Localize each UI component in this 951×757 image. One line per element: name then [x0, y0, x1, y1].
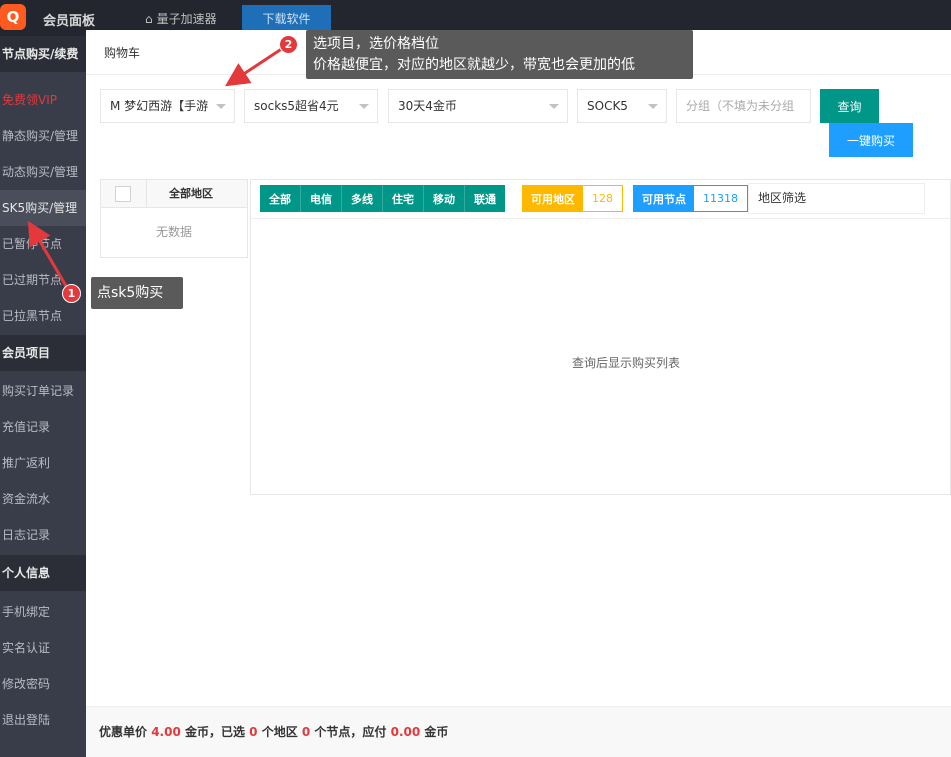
- sidebar-item-paused[interactable]: 已暂停节点: [0, 226, 86, 262]
- sidebar-item-funds[interactable]: 资金流水: [0, 481, 86, 517]
- package-select[interactable]: socks5超省4元: [244, 89, 378, 123]
- region-table-header: 全部地区: [101, 180, 247, 208]
- available-nodes-count: 11318: [694, 186, 747, 211]
- project-select[interactable]: M 梦幻西游【手游: [100, 89, 235, 123]
- summary-currency-label: 金币: [420, 725, 449, 739]
- sidebar-item-referral[interactable]: 推广返利: [0, 445, 86, 481]
- sidebar-item-logs[interactable]: 日志记录: [0, 517, 86, 553]
- home-icon: ⌂: [145, 11, 153, 26]
- annotation-step-2: 选项目，选价格档位 价格越便宜，对应的地区就越少，带宽也会更加的低: [306, 30, 693, 79]
- select-all-checkbox[interactable]: [115, 186, 131, 202]
- sidebar-item-logout[interactable]: 退出登陆: [0, 702, 86, 738]
- cart-summary: 优惠单价 4.00 金币，已选 0 个地区 0 个节点，应付 0.00 金币: [99, 723, 448, 740]
- summary-region-label: 个地区: [257, 725, 302, 739]
- logo-icon: Q: [0, 4, 26, 30]
- summary-selected-label: 金币，已选: [180, 725, 250, 739]
- isp-mobile-button[interactable]: 移动: [424, 185, 465, 212]
- available-nodes-label: 可用节点: [634, 186, 694, 211]
- summary-payable-label: 个节点，应付: [310, 725, 391, 739]
- cart-modal: 购物车 M 梦幻西游【手游 socks5超省4元 30天4金币 SOCK5 分组…: [86, 30, 951, 757]
- panel-divider: [251, 218, 950, 219]
- isp-telecom-button[interactable]: 电信: [301, 185, 342, 212]
- home-link[interactable]: ⌂ 量子加速器: [145, 10, 217, 27]
- caret-down-icon: [359, 104, 369, 109]
- region-filter-input[interactable]: 地区筛选: [748, 183, 925, 214]
- isp-all-button[interactable]: 全部: [260, 185, 301, 212]
- sidebar-item-phone[interactable]: 手机绑定: [0, 594, 86, 630]
- step-2-badge: 2: [279, 35, 298, 54]
- sidebar-item-recharge[interactable]: 充值记录: [0, 409, 86, 445]
- modal-title: 购物车: [104, 46, 141, 60]
- summary-node-count: 0: [301, 725, 311, 739]
- annotation-step-1: 点sk5购买: [91, 277, 183, 309]
- available-regions-badge: 可用地区 128: [522, 185, 623, 212]
- isp-multiline-button[interactable]: 多线: [342, 185, 383, 212]
- purchase-list-empty-text: 查询后显示购买列表: [571, 356, 680, 370]
- summary-unit-price-label: 优惠单价: [99, 725, 152, 739]
- sidebar-item-free-vip[interactable]: 免费领VIP: [0, 82, 86, 118]
- panel-title[interactable]: 会员面板: [43, 10, 95, 29]
- sidebar-header-member: 会员项目: [0, 335, 86, 371]
- summary-total: 0.00: [390, 725, 421, 739]
- group-input[interactable]: 分组（不填为未分组: [676, 89, 811, 123]
- region-empty-text: 无数据: [155, 225, 192, 239]
- package-select-value: socks5超省4元: [254, 99, 339, 113]
- annotation-step-2-line-2: 价格越便宜，对应的地区就越少，带宽也会更加的低: [313, 57, 635, 73]
- sidebar-header-personal: 个人信息: [0, 555, 86, 591]
- caret-down-icon: [549, 104, 559, 109]
- sidebar-header-nodes: 节点购买/续费: [0, 36, 86, 72]
- available-regions-count: 128: [583, 186, 622, 211]
- duration-select[interactable]: 30天4金币: [388, 89, 568, 123]
- sidebar-item-dynamic[interactable]: 动态购买/管理: [0, 154, 86, 190]
- sidebar: 节点购买/续费 免费领VIP 静态购买/管理 动态购买/管理 SK5购买/管理 …: [0, 36, 86, 757]
- query-button[interactable]: 查询: [820, 89, 879, 123]
- one-click-buy-button[interactable]: 一键购买: [829, 123, 913, 157]
- sidebar-item-sk5[interactable]: SK5购买/管理: [0, 190, 86, 226]
- sidebar-item-password[interactable]: 修改密码: [0, 666, 86, 702]
- node-panel: 全部 电信 多线 住宅 移动 联通 可用地区 128 可用节点 11318 地区…: [250, 179, 951, 495]
- project-select-value: M 梦幻西游【手游: [110, 99, 208, 113]
- protocol-select-value: SOCK5: [587, 99, 628, 113]
- isp-filter-group: 全部 电信 多线 住宅 移动 联通: [260, 185, 505, 212]
- available-nodes-badge: 可用节点 11318: [633, 185, 748, 212]
- step-1-badge: 1: [62, 284, 81, 303]
- summary-unit-price: 4.00: [151, 725, 181, 739]
- sidebar-item-realname[interactable]: 实名认证: [0, 630, 86, 666]
- region-table: 全部地区 无数据: [100, 179, 248, 258]
- summary-region-count: 0: [249, 725, 258, 739]
- sidebar-item-orders[interactable]: 购买订单记录: [0, 373, 86, 409]
- annotation-step-2-line-1: 选项目，选价格档位: [313, 36, 439, 52]
- download-button[interactable]: 下载软件: [242, 5, 331, 32]
- available-regions-label: 可用地区: [523, 186, 583, 211]
- caret-down-icon: [648, 104, 658, 109]
- home-label: 量子加速器: [156, 12, 217, 26]
- isp-residential-button[interactable]: 住宅: [383, 185, 424, 212]
- sidebar-item-blacklisted[interactable]: 已拉黑节点: [0, 298, 86, 334]
- sidebar-item-static[interactable]: 静态购买/管理: [0, 118, 86, 154]
- duration-select-value: 30天4金币: [398, 99, 457, 113]
- protocol-select[interactable]: SOCK5: [577, 89, 667, 123]
- caret-down-icon: [216, 104, 226, 109]
- isp-unicom-button[interactable]: 联通: [465, 185, 505, 212]
- region-header-label: 全部地区: [169, 187, 213, 200]
- cart-footer: 优惠单价 4.00 金币，已选 0 个地区 0 个节点，应付 0.00 金币: [86, 706, 951, 757]
